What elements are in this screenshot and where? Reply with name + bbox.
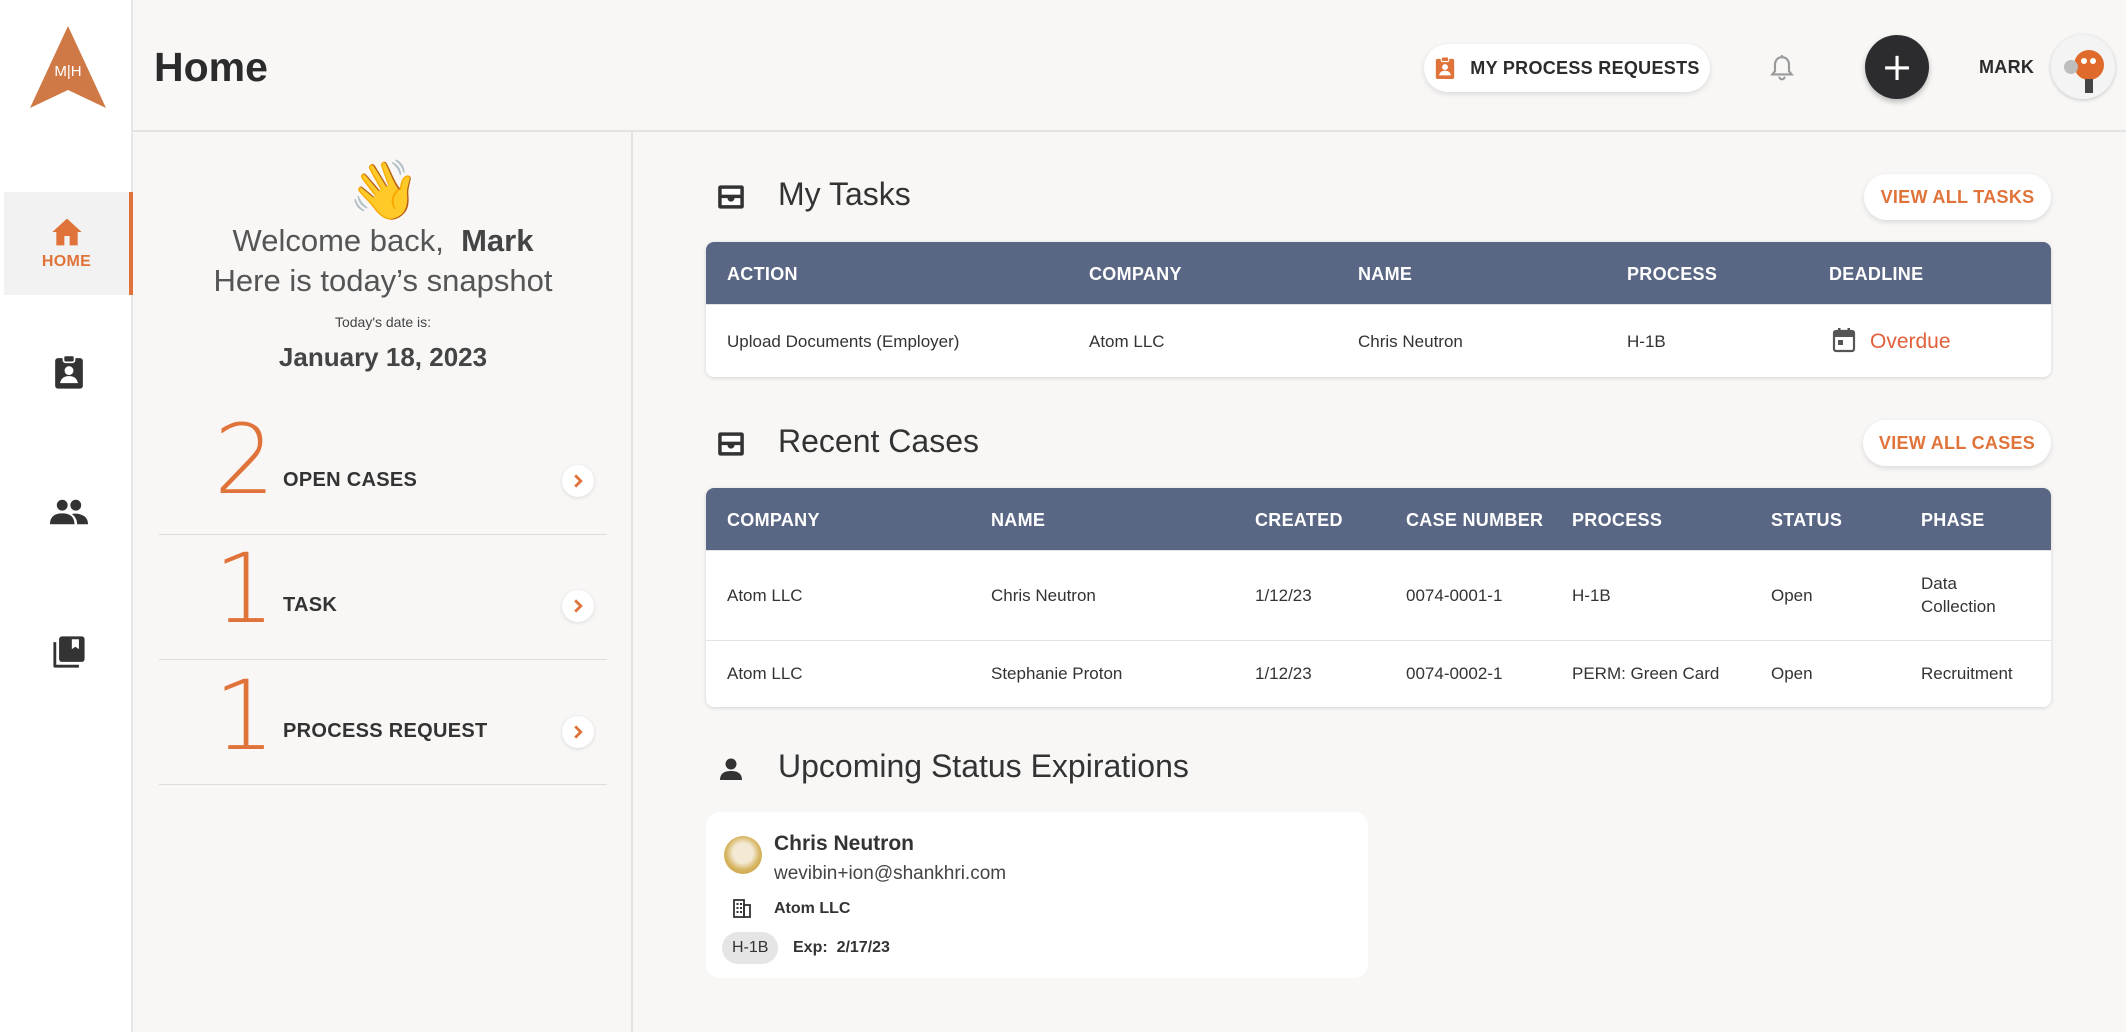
stat-count: 1	[214, 660, 276, 772]
expiration-date: Exp: 2/17/23	[793, 939, 890, 957]
clipboard-account-icon	[1436, 56, 1455, 79]
column-header[interactable]: CASE NUMBER	[1406, 510, 1543, 531]
my-process-requests-button[interactable]: MY PROCESS REQUESTS	[1424, 44, 1710, 92]
case-name: Stephanie Proton	[991, 664, 1123, 683]
view-all-tasks-button[interactable]: VIEW ALL TASKS	[1864, 174, 2051, 220]
company-logo[interactable]: M|H	[28, 24, 108, 110]
case-company: Atom LLC	[727, 664, 803, 683]
cases-table-header: COMPANY NAME CREATED CASE NUMBER PROCESS…	[706, 488, 2051, 550]
my-tasks-title: My Tasks	[778, 176, 911, 212]
contact-avatar	[724, 836, 762, 874]
tasks-table: ACTION COMPANY NAME PROCESS DEADLINE Upl…	[706, 242, 2051, 377]
inbox-icon	[718, 432, 744, 456]
stat-count: 2	[214, 404, 276, 516]
page-title: Home	[154, 44, 268, 90]
nav-people[interactable]	[4, 460, 133, 563]
building-icon	[733, 899, 751, 918]
contact-name: Chris Neutron	[774, 832, 915, 855]
table-row[interactable]: Atom LLC Chris Neutron 1/12/23 0074-0001…	[706, 550, 2051, 640]
case-company: Atom LLC	[727, 586, 803, 605]
my-process-requests-label: MY PROCESS REQUESTS	[1470, 57, 1700, 78]
logo-letters: M|H	[54, 63, 81, 80]
column-header[interactable]: ACTION	[727, 264, 798, 285]
nav-library[interactable]	[4, 600, 133, 703]
waving-hand-emoji: 👋	[348, 156, 421, 224]
cases-table: COMPANY NAME CREATED CASE NUMBER PROCESS…	[706, 488, 2051, 707]
contact-company: Atom LLC	[774, 900, 851, 917]
calendar-icon	[1832, 328, 1856, 353]
case-number: 0074-0002-1	[1406, 664, 1503, 683]
case-phase: Data	[1921, 574, 1957, 593]
column-header[interactable]: NAME	[1358, 264, 1412, 285]
top-bar: Home MY PROCESS REQUESTS + MARK	[133, 0, 2126, 132]
expiration-value: 2/17/23	[836, 939, 890, 956]
stat-label: PROCESS REQUEST	[283, 720, 488, 742]
view-all-cases-button[interactable]: VIEW ALL CASES	[1863, 420, 2051, 466]
clipboard-account-icon	[54, 354, 83, 389]
column-header[interactable]: NAME	[991, 510, 1045, 531]
expiration-card[interactable]: Chris Neutron wevibin+ion@shankhri.com A…	[706, 812, 1368, 978]
contact-email: wevibin+ion@shankhri.com	[774, 863, 1007, 884]
user-name[interactable]: MARK	[1979, 57, 2034, 78]
stat-label: OPEN CASES	[283, 469, 418, 491]
case-number: 0074-0001-1	[1406, 586, 1503, 605]
snapshot-panel: 👋 Welcome back, Mark Here is today’s sna…	[133, 132, 633, 1032]
case-created: 1/12/23	[1255, 664, 1312, 683]
case-created: 1/12/23	[1255, 586, 1312, 605]
snapshot-subtitle: Here is today’s snapshot	[213, 263, 553, 298]
date-value: January 18, 2023	[278, 342, 488, 372]
task-company: Atom LLC	[1089, 332, 1165, 351]
nav-tasks[interactable]	[4, 320, 133, 423]
tasks-table-header: ACTION COMPANY NAME PROCESS DEADLINE	[706, 242, 2051, 304]
task-name: Chris Neutron	[1358, 332, 1463, 351]
task-action: Upload Documents (Employer)	[727, 332, 960, 351]
column-header[interactable]: STATUS	[1771, 510, 1842, 531]
welcome-name: Mark	[461, 223, 534, 258]
column-header[interactable]: PHASE	[1921, 510, 1985, 531]
case-process: H-1B	[1572, 586, 1611, 605]
library-books-icon	[52, 635, 85, 668]
case-phase: Recruitment	[1921, 664, 2013, 683]
chevron-right-icon[interactable]	[562, 716, 594, 748]
welcome-prefix: Welcome back,	[232, 223, 444, 258]
case-name: Chris Neutron	[991, 586, 1096, 605]
column-header[interactable]: DEADLINE	[1829, 264, 1923, 285]
welcome-text: Welcome back, Mark	[133, 223, 633, 259]
stat-tasks[interactable]: 1 TASK	[159, 535, 607, 660]
person-icon	[720, 758, 742, 780]
nav-home-label: HOME	[41, 252, 92, 270]
case-phase-cont: Collection	[1921, 597, 1996, 616]
case-status: Open	[1771, 664, 1813, 683]
nav-rail: M|H HOME	[0, 0, 133, 1032]
table-row[interactable]: Upload Documents (Employer) Atom LLC Chr…	[706, 304, 2051, 377]
visa-type-chip: H-1B	[722, 932, 779, 964]
inbox-icon	[718, 185, 744, 209]
case-process: PERM: Green Card	[1572, 664, 1720, 683]
column-header[interactable]: COMPANY	[727, 510, 820, 531]
people-icon	[49, 499, 88, 524]
stat-label: TASK	[283, 594, 338, 616]
home-icon	[51, 218, 82, 245]
task-process: H-1B	[1627, 332, 1666, 351]
case-status: Open	[1771, 586, 1813, 605]
column-header[interactable]: PROCESS	[1627, 264, 1717, 285]
chevron-right-icon[interactable]	[562, 465, 594, 497]
chevron-right-icon[interactable]	[562, 590, 594, 622]
column-header[interactable]: CREATED	[1255, 510, 1343, 531]
expirations-title: Upcoming Status Expirations	[778, 748, 1189, 784]
add-button[interactable]: +	[1865, 35, 1929, 99]
nav-home[interactable]: HOME	[4, 192, 133, 295]
table-row[interactable]: Atom LLC Stephanie Proton 1/12/23 0074-0…	[706, 640, 2051, 707]
notifications-bell-icon[interactable]	[1769, 54, 1795, 87]
recent-cases-title: Recent Cases	[778, 423, 979, 459]
stat-process-requests[interactable]: 1 PROCESS REQUEST	[159, 660, 607, 785]
stat-count: 1	[214, 533, 276, 645]
column-header[interactable]: COMPANY	[1089, 264, 1182, 285]
user-avatar[interactable]	[2051, 35, 2115, 99]
task-deadline-overdue: Overdue	[1870, 330, 1951, 353]
date-label: Today's date is:	[334, 314, 432, 330]
column-header[interactable]: PROCESS	[1572, 510, 1662, 531]
expiration-label: Exp:	[793, 939, 828, 956]
stat-open-cases[interactable]: 2 OPEN CASES	[159, 410, 607, 535]
